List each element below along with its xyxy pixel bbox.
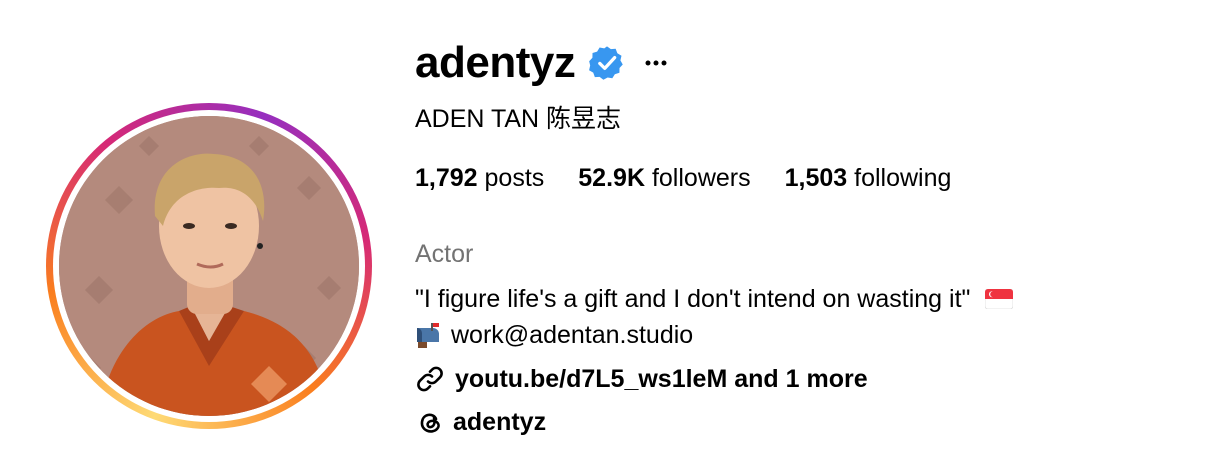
external-link[interactable]: youtu.be/d7L5_ws1leM and 1 more — [415, 363, 868, 395]
bio-text: "I figure life's a gift and I don't inte… — [415, 285, 971, 313]
posts-stat[interactable]: 1,792 posts — [415, 162, 544, 194]
following-stat[interactable]: 1,503 following — [785, 162, 952, 194]
username-row: adentyz — [415, 36, 669, 90]
avatar-gap — [53, 110, 365, 422]
bio-line: "I figure life's a gift and I don't inte… — [415, 284, 1014, 316]
posts-label: posts — [484, 164, 545, 192]
link-text: youtu.be/d7L5_ws1leM and 1 more — [455, 365, 868, 393]
avatar[interactable] — [59, 116, 359, 416]
profile-category: Actor — [415, 240, 474, 268]
threads-handle: adentyz — [453, 408, 547, 436]
followers-label: followers — [651, 164, 751, 192]
following-label: following — [854, 164, 952, 192]
email-row: work@adentan.studio — [415, 319, 693, 351]
singapore-flag-icon — [984, 286, 1014, 316]
verified-badge-icon — [589, 45, 625, 81]
mailbox-icon — [415, 322, 441, 348]
story-ring[interactable] — [46, 103, 372, 429]
contact-email: work@adentan.studio — [451, 321, 694, 349]
threads-link[interactable]: adentyz — [415, 406, 546, 438]
following-count: 1,503 — [784, 164, 848, 192]
full-name: ADEN TAN 陈昱志 — [415, 105, 622, 133]
profile-stats: 1,792 posts 52.9K followers 1,503 follow… — [415, 162, 985, 194]
link-icon — [415, 364, 445, 394]
followers-stat[interactable]: 52.9K followers — [578, 162, 750, 194]
more-options-icon[interactable] — [643, 50, 669, 76]
followers-count: 52.9K — [578, 164, 645, 192]
avatar-photo — [59, 116, 359, 416]
posts-count: 1,792 — [415, 164, 478, 192]
threads-icon — [415, 407, 445, 437]
username: adentyz — [415, 38, 576, 87]
